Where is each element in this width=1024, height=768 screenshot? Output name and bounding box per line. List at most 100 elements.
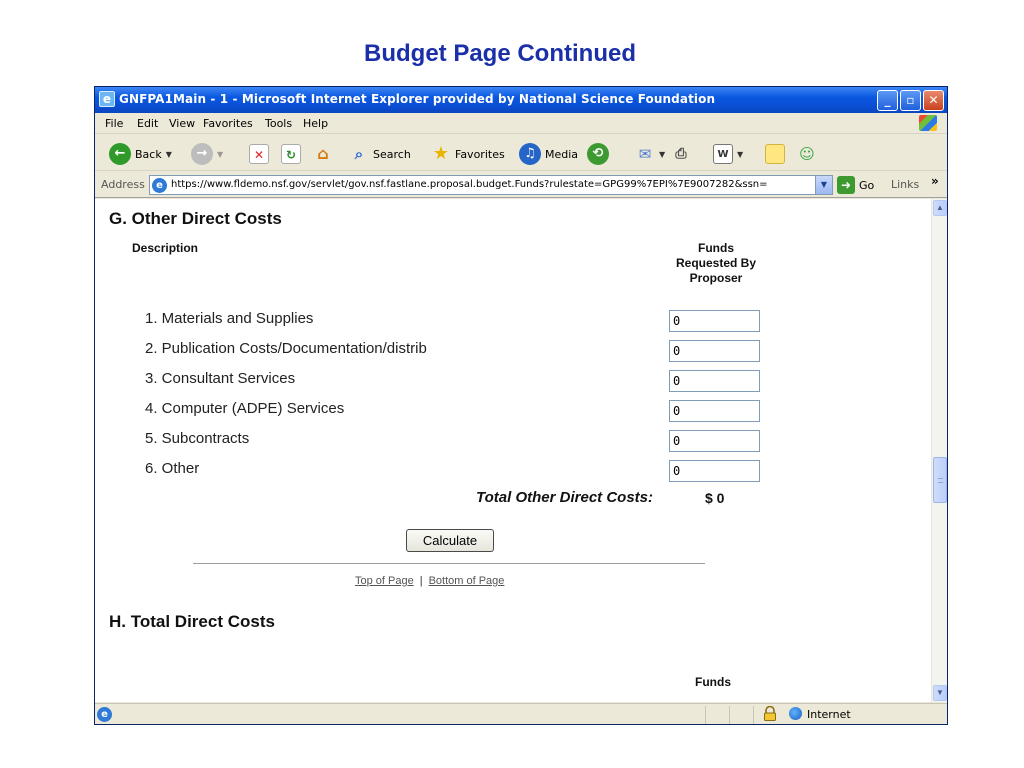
row-label-other: 6. Other [145,460,200,477]
chevron-down-icon[interactable]: ▼ [166,150,172,159]
address-bar: Address e https://www.fldemo.nsf.gov/ser… [95,172,947,198]
chevron-down-icon[interactable]: ▼ [737,150,743,159]
other-amount-input[interactable] [669,460,760,482]
forward-button[interactable]: → ▼ [191,142,223,166]
favorites-button[interactable]: ★ Favorites [431,142,505,166]
consultant-amount-input[interactable] [669,370,760,392]
globe-icon [789,707,802,720]
calculate-button[interactable]: Calculate [406,529,494,552]
mail-icon: ✉ [638,145,652,163]
home-button[interactable]: ⌂ [313,142,333,166]
address-input[interactable]: e https://www.fldemo.nsf.gov/servlet/gov… [149,175,833,195]
top-of-page-link[interactable]: Top of Page [355,575,414,587]
media-button[interactable]: ♫ Media [519,142,578,166]
print-button[interactable]: ⎙ [671,142,691,166]
address-dropdown-icon[interactable]: ▼ [815,176,832,194]
media-label: Media [545,147,579,161]
slide-title: Budget Page Continued [364,40,636,67]
chevron-down-icon[interactable]: ▼ [217,150,223,159]
scroll-grip-icon [938,478,943,483]
window-title: GNFPA1Main - 1 - Microsoft Internet Expl… [119,92,716,106]
back-arrow-icon: ← [109,143,131,165]
menu-tools[interactable]: Tools [265,117,292,130]
messenger-button[interactable]: ☺ [797,142,817,166]
favorites-label: Favorites [455,147,505,161]
history-button[interactable]: ⟲ [587,142,609,166]
links-chevron-icon[interactable]: » [931,174,939,188]
bottom-of-page-link[interactable]: Bottom of Page [429,575,505,587]
status-divider [729,706,730,724]
page-content: G. Other Direct Costs Description Funds … [95,199,931,702]
scroll-thumb[interactable] [933,457,947,503]
toolbar: ← Back ▼ → ▼ ✕ ↻ ⌂ ⌕ Search ★ Favorites … [95,135,947,171]
search-button[interactable]: ⌕ Search [349,142,411,166]
refresh-button[interactable]: ↻ [281,142,301,166]
go-button[interactable]: ➜ Go [837,176,874,194]
row-label-materials: 1. Materials and Supplies [145,310,314,327]
row-label-computer: 4. Computer (ADPE) Services [145,400,345,417]
title-bar[interactable]: e GNFPA1Main - 1 - Microsoft Internet Ex… [95,87,947,113]
ie-app-icon[interactable]: e [99,91,115,107]
chevron-down-icon[interactable]: ▼ [659,150,665,159]
section-h-heading: H. Total Direct Costs [109,612,275,631]
forward-arrow-icon: → [191,143,213,165]
status-divider [753,706,754,724]
page-icon: e [152,178,167,193]
scroll-down-icon[interactable]: ▼ [933,685,947,701]
menu-help[interactable]: Help [303,117,328,130]
address-label: Address [101,178,145,191]
description-header: Description [132,241,199,255]
computer-amount-input[interactable] [669,400,760,422]
status-bar: e Internet [95,703,947,724]
publication-amount-input[interactable] [669,340,760,362]
go-arrow-icon: ➜ [837,176,855,194]
funds-header-line3: Proposer [689,271,743,285]
mail-button[interactable]: ✉ ▼ [635,142,665,166]
materials-amount-input[interactable] [669,310,760,332]
menu-favorites[interactable]: Favorites [203,117,253,130]
section-h-funds-header: Funds [695,675,731,689]
windows-logo-icon [919,115,937,131]
address-url[interactable]: https://www.fldemo.nsf.gov/servlet/gov.n… [171,179,811,190]
funds-header: Funds Requested By Proposer [661,241,771,286]
total-other-direct-costs-label: Total Other Direct Costs: [476,489,653,506]
note-icon [765,144,785,164]
lock-icon [764,706,776,721]
subcontracts-amount-input[interactable] [669,430,760,452]
menu-edit[interactable]: Edit [137,117,158,130]
history-icon: ⟲ [587,143,609,165]
menu-view[interactable]: View [169,117,195,130]
funds-header-line2: Requested By [675,256,757,270]
vertical-scrollbar[interactable]: ▲ ▼ [931,199,947,702]
row-label-consultant: 3. Consultant Services [145,370,296,387]
back-label: Back [135,147,162,161]
section-g-heading: G. Other Direct Costs [109,209,282,228]
go-label: Go [859,178,875,192]
back-button[interactable]: ← Back ▼ [109,142,172,166]
minimize-button[interactable]: _ [877,90,898,111]
word-icon: W [713,144,733,164]
stop-button[interactable]: ✕ [249,142,269,166]
row-label-subcontracts: 5. Subcontracts [145,430,250,447]
search-icon: ⌕ [354,145,364,163]
page-status-icon: e [97,707,112,722]
messenger-people-icon: ☺ [799,145,815,163]
browser-window: e GNFPA1Main - 1 - Microsoft Internet Ex… [94,86,948,725]
menu-bar: File Edit View Favorites Tools Help [95,113,947,134]
scroll-up-icon[interactable]: ▲ [933,200,947,216]
home-icon: ⌂ [317,144,329,163]
stop-icon: ✕ [249,144,269,164]
total-other-direct-costs-value: $ 0 [705,490,725,506]
security-zone-label: Internet [807,708,851,721]
links-label[interactable]: Links [891,178,919,191]
close-button[interactable]: ✕ [923,90,944,111]
maximize-button[interactable]: ▫ [900,90,921,111]
discuss-button[interactable] [765,142,785,166]
status-divider [705,706,706,724]
divider [193,563,705,564]
star-icon: ★ [432,143,450,164]
funds-header-line1: Funds [698,241,734,255]
edit-button[interactable]: W ▼ [713,142,743,166]
refresh-icon: ↻ [281,144,301,164]
menu-file[interactable]: File [105,117,123,130]
